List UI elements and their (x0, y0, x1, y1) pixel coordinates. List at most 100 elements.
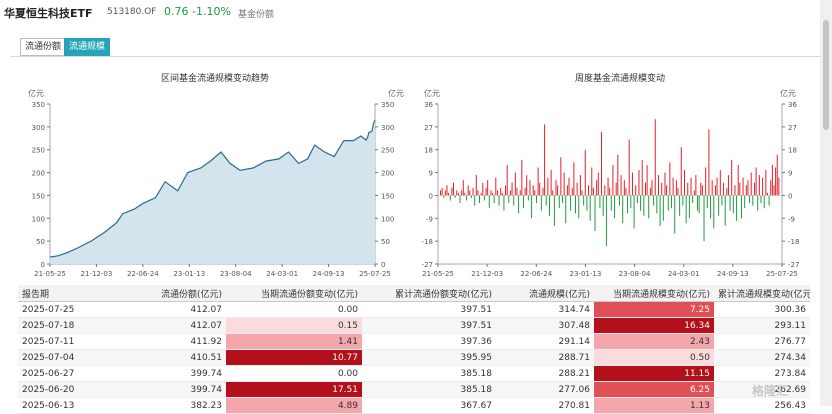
weekly-change-bar (609, 187, 611, 196)
scale-cell: 288.21 (496, 365, 594, 382)
weekly-change-bar (667, 195, 669, 211)
weekly-change-bar (633, 195, 635, 229)
share-change-cell: 0.15 (226, 317, 362, 334)
right-axis-unit: 亿元 (388, 88, 404, 98)
weekly-change-bar (503, 195, 505, 211)
weekly-change-bar (631, 172, 633, 196)
weekly-change-bar (661, 182, 663, 196)
weekly-change-bar (705, 167, 707, 196)
x-tick-label: 21-05-25 (422, 270, 454, 278)
panel-divider (10, 56, 820, 57)
weekly-change-bar (479, 195, 481, 204)
vertical-scrollbar[interactable] (820, 0, 832, 406)
chart-title: 区间基金流通规模变动趋势 (161, 72, 269, 84)
weekly-change-bar (739, 182, 741, 196)
weekly-change-bar (744, 195, 746, 209)
weekly-change-bar (734, 185, 736, 196)
weekly-change-bar (612, 164, 614, 196)
weekly-change-bar (492, 192, 494, 196)
weekly-change-bar (614, 195, 616, 219)
weekly-change-bar (636, 195, 638, 204)
weekly-change-bar (649, 187, 651, 196)
weekly-change-bar (522, 195, 524, 209)
weekly-change-bar (679, 195, 681, 216)
col-scale[interactable]: 流通规模(亿元) (496, 285, 594, 302)
shares-cell: 399.74 (114, 381, 226, 398)
x-tick-label: 21-12-03 (471, 270, 503, 278)
y-tick-label: 100 (32, 215, 45, 223)
weekly-change-bar (677, 187, 679, 196)
weekly-change-bar (550, 170, 552, 196)
weekly-change-bar (498, 195, 500, 206)
col-cum-scale-change[interactable]: 累计流通规模变动(亿元) (714, 285, 810, 302)
weekly-change-bar (643, 195, 645, 216)
tab-circulating-scale[interactable]: 流通规模 (64, 38, 111, 56)
report-date-cell: 2025-07-04 (18, 349, 114, 366)
weekly-change-bar (519, 190, 521, 196)
fund-name: 华夏恒生科技ETF (4, 7, 93, 20)
y-tick-label: 36 (424, 101, 433, 109)
weekly-change-bar (594, 195, 596, 231)
col-scale-change[interactable]: 当期流通规模变动(亿元) (594, 285, 714, 302)
weekly-change-bar (469, 190, 471, 196)
weekly-change-bar (526, 175, 528, 196)
weekly-change-bar (666, 185, 668, 196)
weekly-change-bar (644, 182, 646, 196)
weekly-change-bar (443, 195, 445, 198)
tab-circulating-shares[interactable]: 流通份额 (20, 38, 67, 56)
weekly-change-bar (618, 195, 620, 206)
weekly-change-bar (684, 170, 685, 196)
weekly-change-bar (485, 187, 487, 196)
col-report-date[interactable]: 报告期 (18, 285, 114, 302)
weekly-change-bar (456, 190, 458, 196)
weekly-change-bar (535, 195, 537, 204)
report-date-cell: 2025-06-27 (18, 365, 114, 382)
table-row: 2025-06-27 399.74 0.00 385.18 288.21 11.15 273… (18, 365, 810, 382)
weekly-change-bar (778, 177, 780, 196)
weekly-change-bar (560, 157, 562, 196)
weekly-change-bar (747, 180, 749, 196)
weekly-change-bar (459, 195, 461, 204)
weekly-change-bar (496, 190, 498, 196)
weekly-change-bar (757, 195, 759, 211)
fund-header: 华夏恒生科技ETF 513180.OF 0.76 -1.10% 基金份额 (0, 0, 832, 24)
weekly-change-bar (749, 195, 751, 204)
weekly-change-bar (615, 182, 617, 196)
weekly-change-bar (480, 192, 482, 196)
weekly-change-bar (692, 195, 694, 204)
weekly-change-bar (654, 119, 656, 196)
weekly-change-bar (588, 185, 590, 196)
fund-share-link[interactable]: 基金份额 (238, 7, 274, 20)
y-tick-label: 0 (788, 192, 792, 200)
col-shares[interactable]: 流通份额(亿元) (114, 285, 226, 302)
right-axis-unit: 亿元 (780, 88, 796, 98)
y-tick-label: 350 (32, 101, 45, 109)
weekly-change-bar (597, 172, 599, 196)
y-tick-label: 100 (381, 215, 394, 223)
weekly-change-bar (620, 175, 622, 196)
x-tick-label: 22-06-24 (127, 270, 159, 278)
col-cum-share-change[interactable]: 累计流通份额变动(亿元) (362, 285, 496, 302)
scrollbar-thumb[interactable] (823, 20, 829, 130)
weekly-change-bar (440, 190, 441, 196)
weekly-change-bar (570, 195, 572, 211)
weekly-change-bar (719, 170, 721, 196)
x-tick-label: 21-12-03 (81, 270, 113, 278)
weekly-change-bar (695, 175, 697, 196)
weekly-change-bar (500, 187, 502, 196)
scale-change-cell: 16.34 (594, 317, 714, 334)
y-tick-label: 0 (429, 192, 433, 200)
weekly-change-bar (552, 190, 554, 196)
watermark-logo: 格隆汇 (752, 384, 789, 398)
weekly-change-bar (518, 195, 520, 214)
weekly-change-bar (723, 182, 725, 196)
weekly-change-bar (680, 147, 682, 196)
y-tick-label: -27 (788, 261, 799, 269)
weekly-change-bar (521, 159, 523, 196)
col-share-change[interactable]: 当期流通份额变动(亿元) (226, 285, 362, 302)
weekly-change-bar (513, 195, 515, 206)
report-date-cell: 2025-07-25 (18, 301, 114, 318)
weekly-change-bar (675, 180, 677, 196)
weekly-change-bar (770, 180, 772, 196)
weekly-change-bar (671, 195, 672, 209)
